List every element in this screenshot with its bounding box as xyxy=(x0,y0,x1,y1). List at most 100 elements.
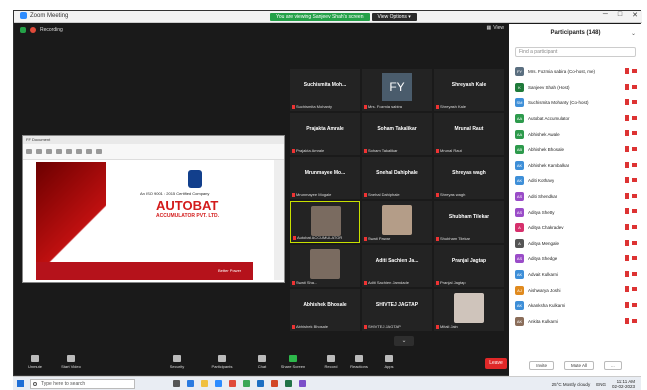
participant-row[interactable]: AB Abhishek Bhosale xyxy=(515,142,639,158)
task-view-icon[interactable] xyxy=(173,380,180,387)
control-record[interactable]: Record xyxy=(316,355,346,369)
weather-widget[interactable]: 25°C Mostly cloudy xyxy=(552,382,591,387)
minimize-icon[interactable]: ─ xyxy=(603,11,608,19)
close-icon[interactable]: ✕ xyxy=(632,11,638,19)
avatar: AS xyxy=(515,254,524,264)
video-tile[interactable]: Swati Pawar xyxy=(362,201,432,243)
maximize-icon[interactable]: □ xyxy=(618,11,622,19)
muted-mic-icon xyxy=(292,104,295,109)
video-tile[interactable]: Autobat ACCUMULATOR xyxy=(290,201,360,243)
participant-row[interactable]: AK Advait Kulkarni xyxy=(515,267,639,283)
video-tile[interactable]: Swati Sha... xyxy=(290,245,360,287)
participant-row[interactable]: AA Autobat Accumulator xyxy=(515,111,639,127)
video-tile[interactable]: Soham Takalikar Soham Takalikar xyxy=(362,113,432,155)
control-label: Chat xyxy=(257,364,267,369)
word-icon[interactable] xyxy=(257,380,264,387)
video-tile[interactable]: Mrunal Raut Mrunal Raut xyxy=(434,113,504,155)
control-share-screen[interactable]: Share Screen xyxy=(278,355,308,369)
video-tile[interactable]: Mitali Jain xyxy=(434,289,504,331)
participant-name: Aditya Shedge xyxy=(528,256,558,262)
leave-button[interactable]: Leave xyxy=(485,358,507,369)
participant-row[interactable]: AK Abhishek Kambalkar xyxy=(515,158,639,174)
pdf-app-icon[interactable] xyxy=(229,380,236,387)
video-tile[interactable]: Shreyas wagh Shreyas wagh xyxy=(434,157,504,199)
participant-status xyxy=(625,208,637,215)
video-grid: Suchismita Moh... Suchismita Mohanty FY Mrs… xyxy=(290,69,506,339)
participant-video-feed xyxy=(382,205,412,235)
invite-button[interactable]: Invite xyxy=(529,361,554,370)
language-indicator[interactable]: ENG xyxy=(596,382,606,387)
video-tile[interactable]: Pranjal Jagtap Pranjal Jagtap xyxy=(434,245,504,287)
file-explorer-icon[interactable] xyxy=(201,380,208,387)
muted-mic-icon xyxy=(292,324,295,329)
participant-name: Mrs. Fozmia sabira (Co-host, me) xyxy=(528,69,596,75)
slide-footer-text: Better Power xyxy=(218,268,242,273)
participant-search-input[interactable]: Find a participant xyxy=(515,47,636,57)
participant-row[interactable]: AS Aditya Shetty xyxy=(515,204,639,220)
muted-mic-icon xyxy=(293,235,296,240)
mute-all-button[interactable]: Mute All xyxy=(563,361,594,370)
muted-mic-icon xyxy=(625,83,629,90)
control-reactions[interactable]: Reactions xyxy=(344,355,374,369)
avatar: FY xyxy=(515,67,524,77)
tile-label-text: Shreyash Kale xyxy=(440,104,467,109)
participant-row[interactable]: AJ Aishwarya Joshi xyxy=(515,282,639,298)
panel-popout-icon[interactable]: ⌄ xyxy=(631,30,636,37)
control-start-video[interactable]: Start Video xyxy=(56,355,86,369)
video-tile[interactable]: Aditi Sachien Ja... Aditi Sachien Jamdade xyxy=(362,245,432,287)
participant-name: Aditya Shetty xyxy=(528,209,555,215)
video-tile[interactable]: FY Mrs. Fozmia sabira xyxy=(362,69,432,111)
shared-toolbar xyxy=(23,144,284,160)
view-options-button[interactable]: View Options ▾ xyxy=(371,13,417,21)
video-tile[interactable]: Shubham Tilekar Shubham Tilekar xyxy=(434,201,504,243)
more-button[interactable]: ... xyxy=(604,361,622,370)
video-tile[interactable]: Prajakta Amrale Prajakta Amrale xyxy=(290,113,360,155)
video-tile[interactable]: Shreyash Kale Shreyash Kale xyxy=(434,69,504,111)
windows-start-icon[interactable] xyxy=(17,380,24,387)
toolbar-icon xyxy=(96,149,102,154)
teams-icon[interactable] xyxy=(299,380,306,387)
participant-row[interactable]: AK Aditi Kothavy xyxy=(515,173,639,189)
next-page-button[interactable]: ⌄ xyxy=(394,336,414,346)
participant-row[interactable]: AA Abhishek Awale xyxy=(515,126,639,142)
meeting-info-bar: Recording xyxy=(14,24,507,36)
video-tile[interactable]: SHIVTEJ JAGTAP SHIVTEJ JAGTAP xyxy=(362,289,432,331)
participant-row[interactable]: SM Suchismita Mohanty (Co-host) xyxy=(515,95,639,111)
tile-label-text: Mitali Jain xyxy=(440,324,458,329)
participant-row[interactable]: AS Aditya Shedge xyxy=(515,251,639,267)
participant-status xyxy=(625,161,637,168)
control-unmute[interactable]: Unmute xyxy=(20,355,50,369)
excel-icon[interactable] xyxy=(285,380,292,387)
toolbar-icon xyxy=(36,149,42,154)
video-off-icon xyxy=(632,302,637,307)
participant-row[interactable]: FY Mrs. Fozmia sabira (Co-host, me) xyxy=(515,64,639,80)
control-apps[interactable]: Apps xyxy=(374,355,404,369)
chrome-icon[interactable] xyxy=(243,380,250,387)
control-participants[interactable]: Participants xyxy=(207,355,237,369)
shield-icon[interactable] xyxy=(20,27,26,33)
view-button[interactable]: ▦ View xyxy=(487,25,504,31)
video-tile[interactable]: Abhishek Bhosale Abhishek Bhosale xyxy=(290,289,360,331)
control-security[interactable]: Security xyxy=(162,355,192,369)
participant-row[interactable]: K Sanjeev Shah (Host) xyxy=(515,80,639,96)
participant-row[interactable]: A Aditya Mengale xyxy=(515,236,639,252)
zoom-app-icon[interactable] xyxy=(215,380,222,387)
participant-row[interactable]: AK Akanksha Kulkarni xyxy=(515,298,639,314)
tile-name-label: Suchismita Mohanty xyxy=(292,104,332,109)
participant-row[interactable]: AK Ankita Kulkarni xyxy=(515,314,639,330)
video-tile[interactable]: Mrunmayee Mo... Mrunmayee Mogale xyxy=(290,157,360,199)
participant-status xyxy=(625,68,637,74)
video-tile[interactable]: Suchismita Moh... Suchismita Mohanty xyxy=(290,69,360,111)
edge-icon[interactable] xyxy=(187,380,194,387)
participant-name: Aishwarya Joshi xyxy=(528,287,561,293)
participant-name: Aditi Kothavy xyxy=(528,178,555,184)
participant-row[interactable]: A Aditya Chakradev xyxy=(515,220,639,236)
participant-row[interactable]: AS Aditi Shendkar xyxy=(515,189,639,205)
powerpoint-icon[interactable] xyxy=(271,380,278,387)
video-tile[interactable]: Snehal Dahiphale Snehal Dahiphale xyxy=(362,157,432,199)
clock[interactable]: 11:11 AM 02-02-2023 xyxy=(612,379,635,389)
taskbar-search[interactable]: Type here to search xyxy=(30,379,135,389)
control-chat[interactable]: Chat xyxy=(247,355,277,369)
tile-display-name: SHIVTEJ JAGTAP xyxy=(375,302,419,308)
muted-mic-icon xyxy=(436,104,439,109)
